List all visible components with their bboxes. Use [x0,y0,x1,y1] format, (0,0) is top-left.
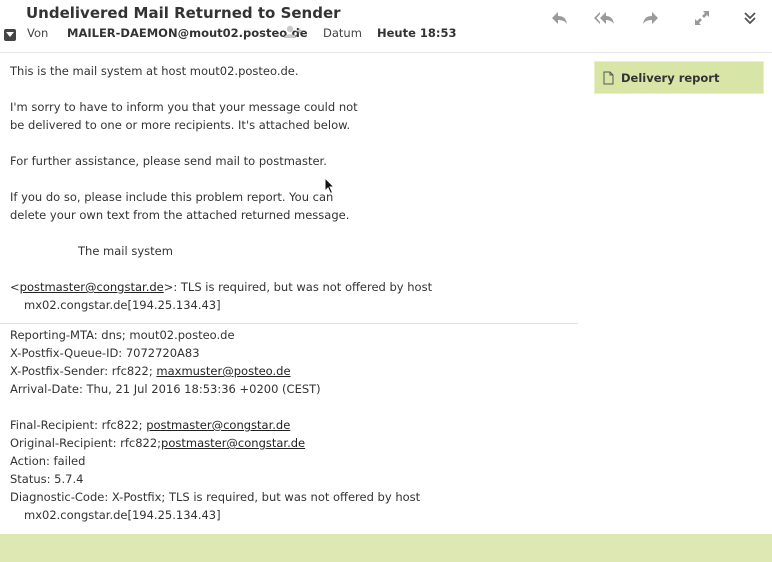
expand-button[interactable] [693,9,717,29]
add-contact-icon[interactable] [284,24,302,43]
body-line [10,80,580,98]
final-prefix: Final-Recipient: rfc822; [10,418,147,432]
queue-id: X-Postfix-Queue-ID: 7072720A83 [10,346,200,360]
reply-icon [552,12,567,24]
diagnostic-code: Diagnostic-Code: X-Postfix; TLS is requi… [10,490,421,504]
from-label: Von [27,26,49,40]
body-line [10,134,580,152]
original-recipient: Original-Recipient: rfc822;postmaster@co… [10,434,580,452]
body-line [10,170,580,188]
message-header: Undelivered Mail Returned to Sender Von … [0,0,772,53]
expand-icon [695,11,709,25]
attachment-delivery-report[interactable]: Delivery report [594,61,764,94]
bounce-suffix: >: TLS is required, but was not offered … [163,280,433,294]
message-subject: Undelivered Mail Returned to Sender [26,4,341,22]
reply-all-button[interactable] [594,9,618,29]
collapse-header-button[interactable] [4,29,16,41]
action: Action: failed [10,454,86,468]
body-line: This is the mail system at host mout02.p… [10,64,299,78]
status: Status: 5.7.4 [10,472,84,486]
bottom-bar [0,534,772,562]
signature-line: The mail system [78,244,173,258]
sender-prefix: X-Postfix-Sender: rfc822; [10,364,157,378]
reply-all-icon [594,12,614,24]
more-icon [744,12,756,25]
document-icon [603,71,614,85]
report-divider [0,323,578,324]
bounce-recipient-link[interactable]: postmaster@congstar.de [20,280,164,294]
bounce-prefix: < [10,280,20,294]
original-recipient-link[interactable]: postmaster@congstar.de [161,436,305,450]
body-line: If you do so, please include this proble… [10,190,334,204]
forward-icon [643,12,658,24]
bounce-host: mx02.congstar.de[194.25.134.43] [24,298,221,312]
reporting-mta: Reporting-MTA: dns; mout02.posteo.de [10,328,235,342]
body-line [10,224,580,242]
final-recipient-link[interactable]: postmaster@congstar.de [146,418,290,432]
body-line: be delivered to one or more recipients. … [10,118,351,132]
more-button[interactable] [742,9,766,29]
delivery-status-report: Reporting-MTA: dns; mout02.posteo.de X-P… [10,326,580,524]
chevron-down-icon [6,32,14,37]
bounce-line: <postmaster@congstar.de>: TLS is require… [10,278,580,296]
sender-link[interactable]: maxmuster@posteo.de [156,364,290,378]
date-value: Heute 18:53 [377,26,457,40]
attachment-label: Delivery report [621,71,720,85]
date-label: Datum [323,26,362,40]
original-prefix: Original-Recipient: rfc822; [10,436,162,450]
body-line [10,260,580,278]
arrival-date: Arrival-Date: Thu, 21 Jul 2016 18:53:36 … [10,382,321,396]
sender-address[interactable]: MAILER-DAEMON@mout02.posteo.de [67,26,308,40]
reply-button[interactable] [550,9,574,29]
final-recipient: Final-Recipient: rfc822; postmaster@cong… [10,416,580,434]
body-line: delete your own text from the attached r… [10,208,350,222]
body-line: For further assistance, please send mail… [10,154,327,168]
body-line: I'm sorry to have to inform you that you… [10,100,358,114]
diagnostic-host: mx02.congstar.de[194.25.134.43] [24,508,221,522]
postfix-sender: X-Postfix-Sender: rfc822; maxmuster@post… [10,362,580,380]
mouse-cursor-icon [324,177,336,195]
message-body: This is the mail system at host mout02.p… [10,62,580,314]
forward-button[interactable] [640,9,664,29]
